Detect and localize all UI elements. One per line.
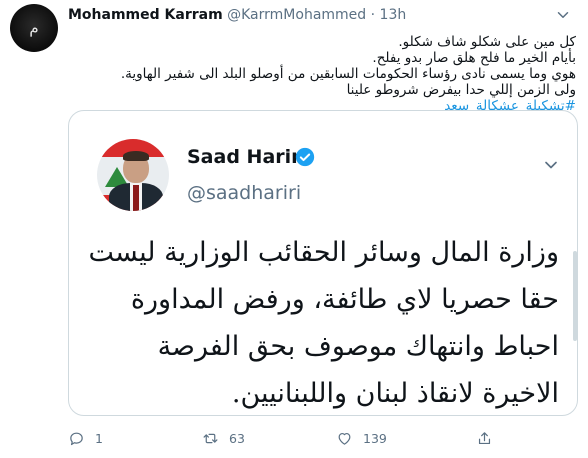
quoted-scrollbar[interactable]: [573, 251, 577, 341]
like-count: 139: [363, 430, 387, 446]
quoted-text-line: حقا حصريا لاي طائفة، ورفض المداورة: [130, 284, 559, 315]
quoted-author-handle[interactable]: @saadhariri: [187, 181, 301, 205]
tweet-header: Mohammed Karram @KarrmMohammed · 13h: [68, 6, 406, 24]
avatar-logo-mark: م: [29, 19, 39, 37]
retweet-button[interactable]: 63: [202, 428, 245, 448]
quoted-text-line: احباط وانتهاك موصوف بحق الفرصة: [157, 331, 559, 362]
retweet-icon: [203, 433, 218, 443]
share-icon: [478, 431, 491, 444]
like-button[interactable]: 139: [336, 428, 387, 448]
reply-button[interactable]: 1: [68, 428, 103, 448]
tweet-text-line: هوي وما يسمى نادى رؤساء الحكومات السابقي…: [120, 66, 576, 82]
verified-badge-icon: [295, 147, 315, 167]
tweet-text-line: ولى الزمن إللي حدا بيفرض شروطو علينا: [346, 82, 576, 98]
quoted-more-options-icon[interactable]: [541, 155, 561, 175]
quoted-text-line: الاخيرة لانقاذ لبنان واللبنانيين.: [231, 378, 559, 409]
tweet[interactable]: م Mohammed Karram @KarrmMohammed · 13h ك…: [0, 0, 588, 458]
retweet-count: 63: [229, 430, 245, 446]
tweet-timestamp[interactable]: 13h: [380, 7, 407, 23]
quoted-text-line: وزارة المال وسائر الحقائب الوزارية ليست: [88, 237, 559, 268]
heart-icon: [338, 432, 351, 445]
quoted-tweet-text: وزارة المال وسائر الحقائب الوزارية ليست …: [88, 229, 559, 415]
avatar-hair-shape: [123, 151, 149, 161]
quoted-tweet-card[interactable]: Saad Hariri @saadhariri وزارة المال وسائ…: [68, 110, 578, 416]
quoted-author-name[interactable]: Saad Hariri: [187, 145, 307, 169]
author-avatar[interactable]: م: [10, 4, 58, 52]
author-name[interactable]: Mohammed Karram: [68, 7, 223, 23]
tweet-text-line: بأيام الخير ما فلح هلق صار بدو يفلح.: [372, 50, 576, 66]
tweet-text: كل مين على شكلو شاف شكلو. بأيام الخير ما…: [68, 34, 576, 114]
reply-icon: [70, 432, 83, 445]
tweet-actions-bar: 1 63 139: [68, 428, 576, 448]
share-button[interactable]: [476, 428, 503, 448]
tweet-text-line: كل مين على شكلو شاف شكلو.: [398, 34, 576, 50]
author-handle[interactable]: @KarrmMohammed: [227, 7, 366, 23]
quoted-author-avatar[interactable]: [97, 139, 169, 211]
reply-count: 1: [95, 430, 103, 446]
more-options-icon[interactable]: [554, 6, 572, 24]
avatar-tie-shape: [133, 185, 139, 211]
separator-dot: ·: [370, 7, 376, 23]
